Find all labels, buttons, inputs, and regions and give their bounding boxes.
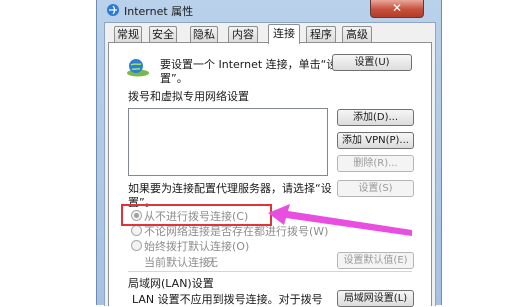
tab-content[interactable]: 内容 — [228, 26, 258, 42]
tab-connections[interactable]: 连接 — [268, 24, 300, 44]
proxy-settings-button[interactable]: 设置(S) — [337, 180, 414, 197]
radio-dial-whenever[interactable] — [131, 225, 142, 236]
section-divider — [128, 271, 412, 272]
tab-advanced[interactable]: 高级 — [342, 26, 372, 42]
network-globe-icon — [127, 59, 149, 77]
add-vpn-button[interactable]: 添加 VPN(P)... — [337, 132, 414, 149]
setup-button[interactable]: 设置(U) — [332, 54, 412, 71]
dialup-connections-list[interactable] — [128, 108, 328, 176]
lan-settings-button[interactable]: 局域网设置(L) — [337, 290, 414, 307]
pink-arrow-annotation — [268, 204, 412, 236]
tab-privacy[interactable]: 隐私 — [190, 26, 218, 42]
tab-security[interactable]: 安全 — [149, 26, 177, 42]
radio-always-dial-default-label: 始终拨打默认连接(O) — [144, 240, 250, 253]
lan-heading: 局域网(LAN)设置 — [128, 277, 214, 290]
set-default-button[interactable]: 设置默认值(E) — [337, 252, 414, 269]
tab-programs[interactable]: 程序 — [306, 26, 336, 42]
window-title: Internet 属性 — [124, 5, 194, 18]
radio-always-dial-default[interactable] — [131, 240, 142, 251]
tab-general[interactable]: 常规 — [114, 26, 142, 42]
proxy-description-line1: 如果要为连接配置代理服务器，请选择“设 — [128, 182, 332, 195]
setup-description-line2: 置”。 — [160, 72, 188, 85]
red-highlight-box — [121, 204, 272, 226]
close-button[interactable]: ✕ — [370, 0, 424, 18]
add-button[interactable]: 添加(D)... — [337, 109, 414, 126]
remove-button[interactable]: 删除(R)... — [337, 155, 414, 172]
internet-explorer-icon — [107, 4, 119, 16]
current-default-value: 无 — [207, 256, 218, 269]
dialup-vpn-heading: 拨号和虚拟专用网络设置 — [128, 90, 249, 103]
